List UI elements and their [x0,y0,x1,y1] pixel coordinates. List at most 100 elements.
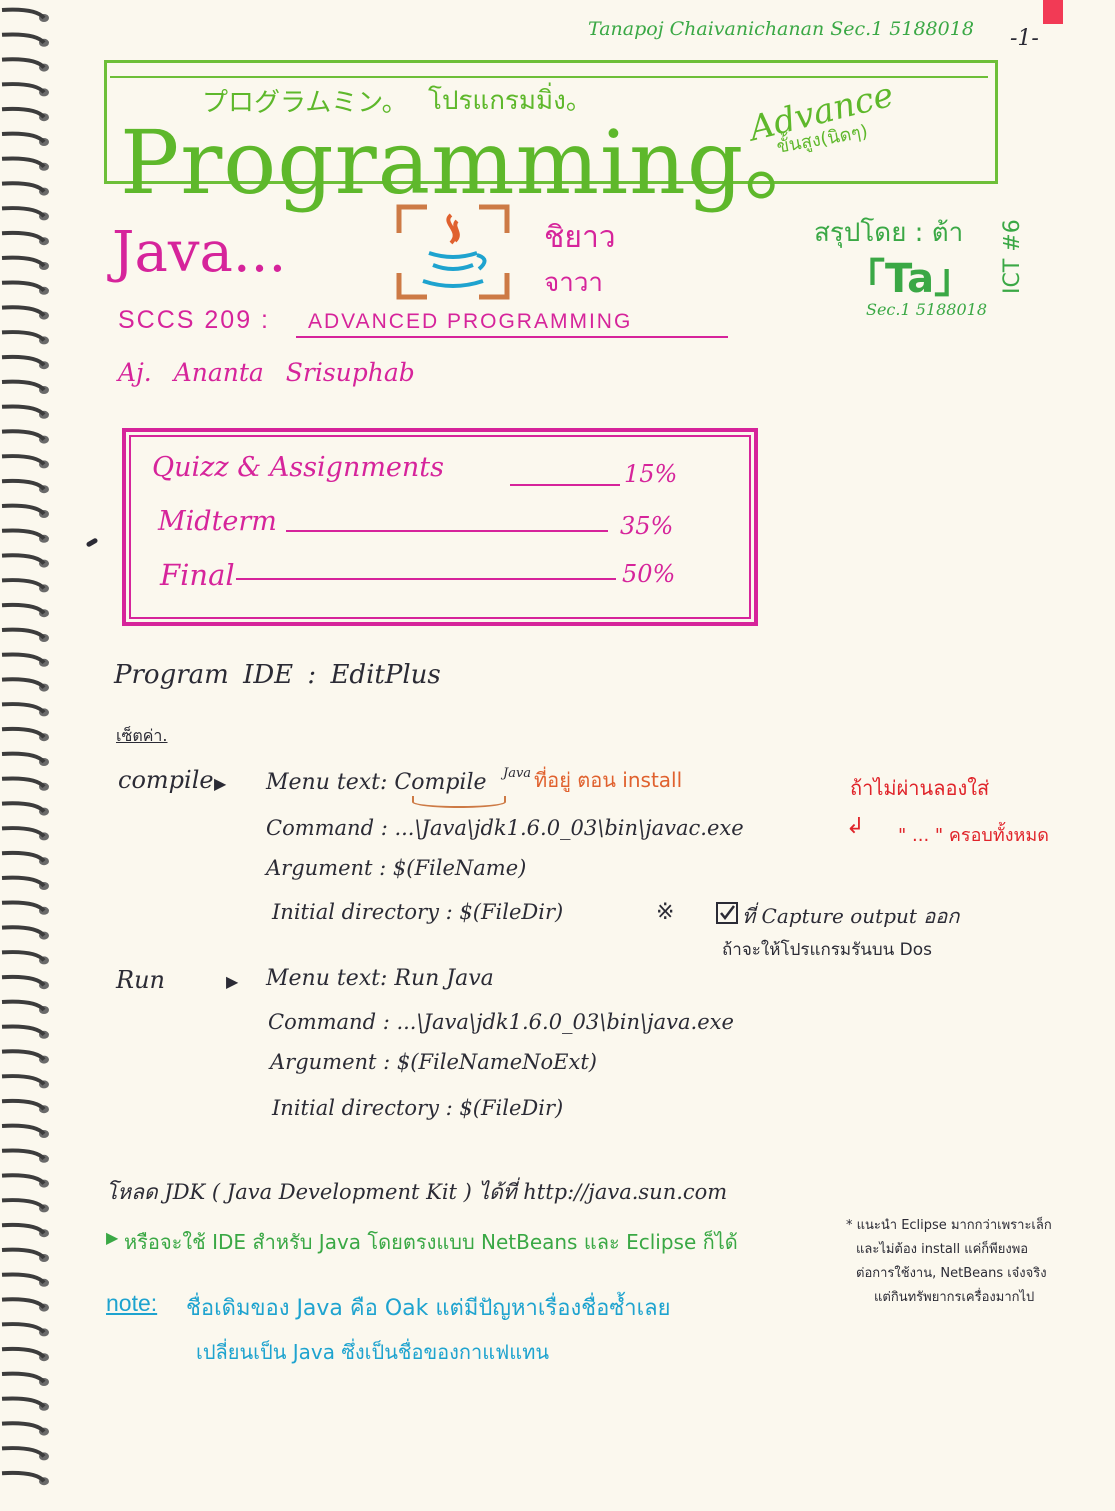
binding-ring [1,751,46,764]
binding-ring [1,1123,46,1136]
binding-ring [1,206,46,218]
corner-tab [1043,0,1063,24]
alt-arrow-icon: ▶ [106,1228,119,1247]
binding-ring [1,1322,46,1334]
run-initdir: Initial directory : $(FileDir) [272,1096,564,1120]
binding-ring [1,677,46,690]
binding-ring [1,974,46,987]
binding-ring [1,429,46,442]
compile-menu-java: Java [503,766,532,781]
capture-note-mark: ※ [656,900,675,925]
grading-label-1: Midterm [158,506,277,537]
compile-menu-text: Menu text: Compile [266,770,487,795]
grading-line-1 [286,530,608,532]
compile-label: compile [118,766,214,794]
binding-ring [1,1272,46,1285]
page-number: -1- [1010,26,1039,51]
summary-name: 「Ta」 [845,256,975,302]
binding-ring [1,1297,46,1310]
path-note: ถ้าไม่ผ่านลองใส่ [850,776,990,800]
binding-ring [1,900,46,913]
binding-ring [1,627,46,640]
course-code: SCCS 209 : [118,306,271,334]
run-arrow-icon: ▶ [226,972,239,991]
binding-ring [1,1446,46,1458]
java-heading: Java... [112,220,287,285]
binding-ring [1,1396,46,1409]
binding-ring [1,528,46,541]
binding-ring [1,280,46,293]
binding-ring [1,826,46,838]
side-note-2: ต่อการใช้งาน, NetBeans เจ๋งจริง [856,1266,1047,1281]
binding-ring [1,875,46,888]
binding-ring [1,330,46,342]
grading-value-0: 15% [624,460,678,488]
title-main: Programming。 [120,111,834,214]
note-line-2: เปลี่ยนเป็น Java ซึ่งเป็นชื่อของกาแฟแทน [196,1340,550,1364]
binding-ring [1,999,46,1012]
binding-ring [1,7,46,20]
binding-ring [1,305,46,318]
binding-ring [1,578,46,590]
quote-note: " ... " ครอบทั้งหมด [898,825,1049,846]
note-label: note: [106,1290,158,1316]
binding-ring [1,131,46,144]
compile-argument: Argument : $(FileName) [266,856,527,880]
binding-ring [1,1049,46,1062]
grading-value-1: 35% [620,512,674,540]
binding-ring [1,404,46,417]
binding-ring [1,1222,46,1235]
pen-mark [85,537,99,548]
grading-label-2: Final [160,558,235,592]
binding-ring [1,776,46,789]
binding-ring [1,602,46,615]
return-arrow-icon: ↲ [846,814,865,839]
compile-install-note: ที่อยู่ ตอน install [534,768,683,792]
course-name: ADVANCED PROGRAMMING [308,310,633,333]
binding-ring [1,181,46,194]
capture-note-2: ถ้าจะให้โปรแกรมรันบน Dos [722,940,932,960]
compile-initdir: Initial directory : $(FileDir) [272,900,564,924]
java-coffee-icon [393,203,513,301]
run-argument: Argument : $(FileNameNoExt) [270,1050,597,1074]
side-note-1: และไม่ต้อง install แค่ก็พียงพอ [856,1242,1029,1257]
binding-ring [1,1421,46,1434]
binding-ring [1,1346,46,1359]
compile-bracket [412,796,506,808]
binding-ring [1,1470,46,1483]
binding-ring [1,82,46,94]
binding-ring [1,57,46,70]
binding-ring [1,379,46,392]
binding-ring [1,726,46,739]
summary-ict: ICT #6 [1000,219,1025,294]
binding-ring [1,32,46,45]
grading-line-2 [236,578,616,580]
java-thai-2: จาวา [544,268,604,298]
note-line-1: ชื่อเดิมของ Java คือ Oak แต่มีปัญหาเรื่อ… [186,1296,671,1321]
capture-note-1: ที่ Capture output ออก [742,904,960,928]
ide-settings: เซ็ตค่า. [116,726,168,745]
course-teacher: Aj. Ananta Srisuphab [118,358,415,387]
checkbox-checked-icon [716,902,738,924]
binding-ring [1,801,46,814]
binding-ring [1,925,46,938]
notebook-page: Tanapoj Chaivanichanan Sec.1 5188018 -1-… [0,0,1115,1511]
grading-line-0 [510,484,620,486]
course-name-underline [296,336,728,338]
binding-ring [1,1198,46,1210]
binding-ring [1,503,46,516]
binding-ring [1,156,46,169]
run-command: Command : ...\Java\jdk1.6.0_03\bin\java.… [268,1010,734,1034]
binding-ring [1,1371,46,1384]
binding-ring [1,454,46,466]
binding-ring [1,1247,46,1260]
author-line: Tanapoj Chaivanichanan Sec.1 5188018 [588,18,974,40]
binding-ring [1,230,46,243]
download-text: โหลด JDK ( Java Development Kit ) ได้ที่… [106,1180,728,1204]
summary-sec: Sec.1 5188018 [866,300,987,319]
binding-ring [1,1074,46,1086]
binding-ring [1,1098,46,1111]
run-label: Run [116,966,165,994]
spiral-binding [1,7,49,1486]
binding-ring [1,1148,46,1161]
